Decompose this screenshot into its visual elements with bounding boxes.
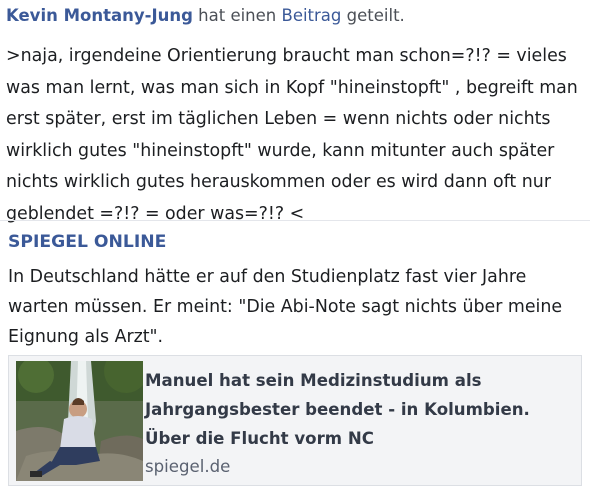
link-title[interactable]: Manuel hat sein Medizinstudium als Jahrg… bbox=[145, 366, 577, 453]
shared-source-link[interactable]: SPIEGEL ONLINE bbox=[8, 230, 166, 254]
link-thumbnail-image[interactable] bbox=[16, 361, 143, 481]
header-action: geteilt. bbox=[346, 6, 405, 25]
post-text: >naja, irgendeine Orientierung braucht m… bbox=[6, 46, 578, 224]
link-preview-card[interactable]: Manuel hat sein Medizinstudium als Jahrg… bbox=[8, 355, 582, 486]
author-name-link[interactable]: Kevin Montany-Jung bbox=[6, 6, 193, 25]
link-domain: spiegel.de bbox=[145, 457, 231, 476]
divider bbox=[0, 220, 590, 221]
shared-teaser-text: In Deutschland hätte er auf den Studienp… bbox=[8, 267, 563, 347]
header-verb: hat einen bbox=[198, 6, 277, 25]
post-link[interactable]: Beitrag bbox=[282, 6, 342, 25]
share-header: Kevin Montany-Jung hat einen Beitrag get… bbox=[6, 5, 586, 27]
